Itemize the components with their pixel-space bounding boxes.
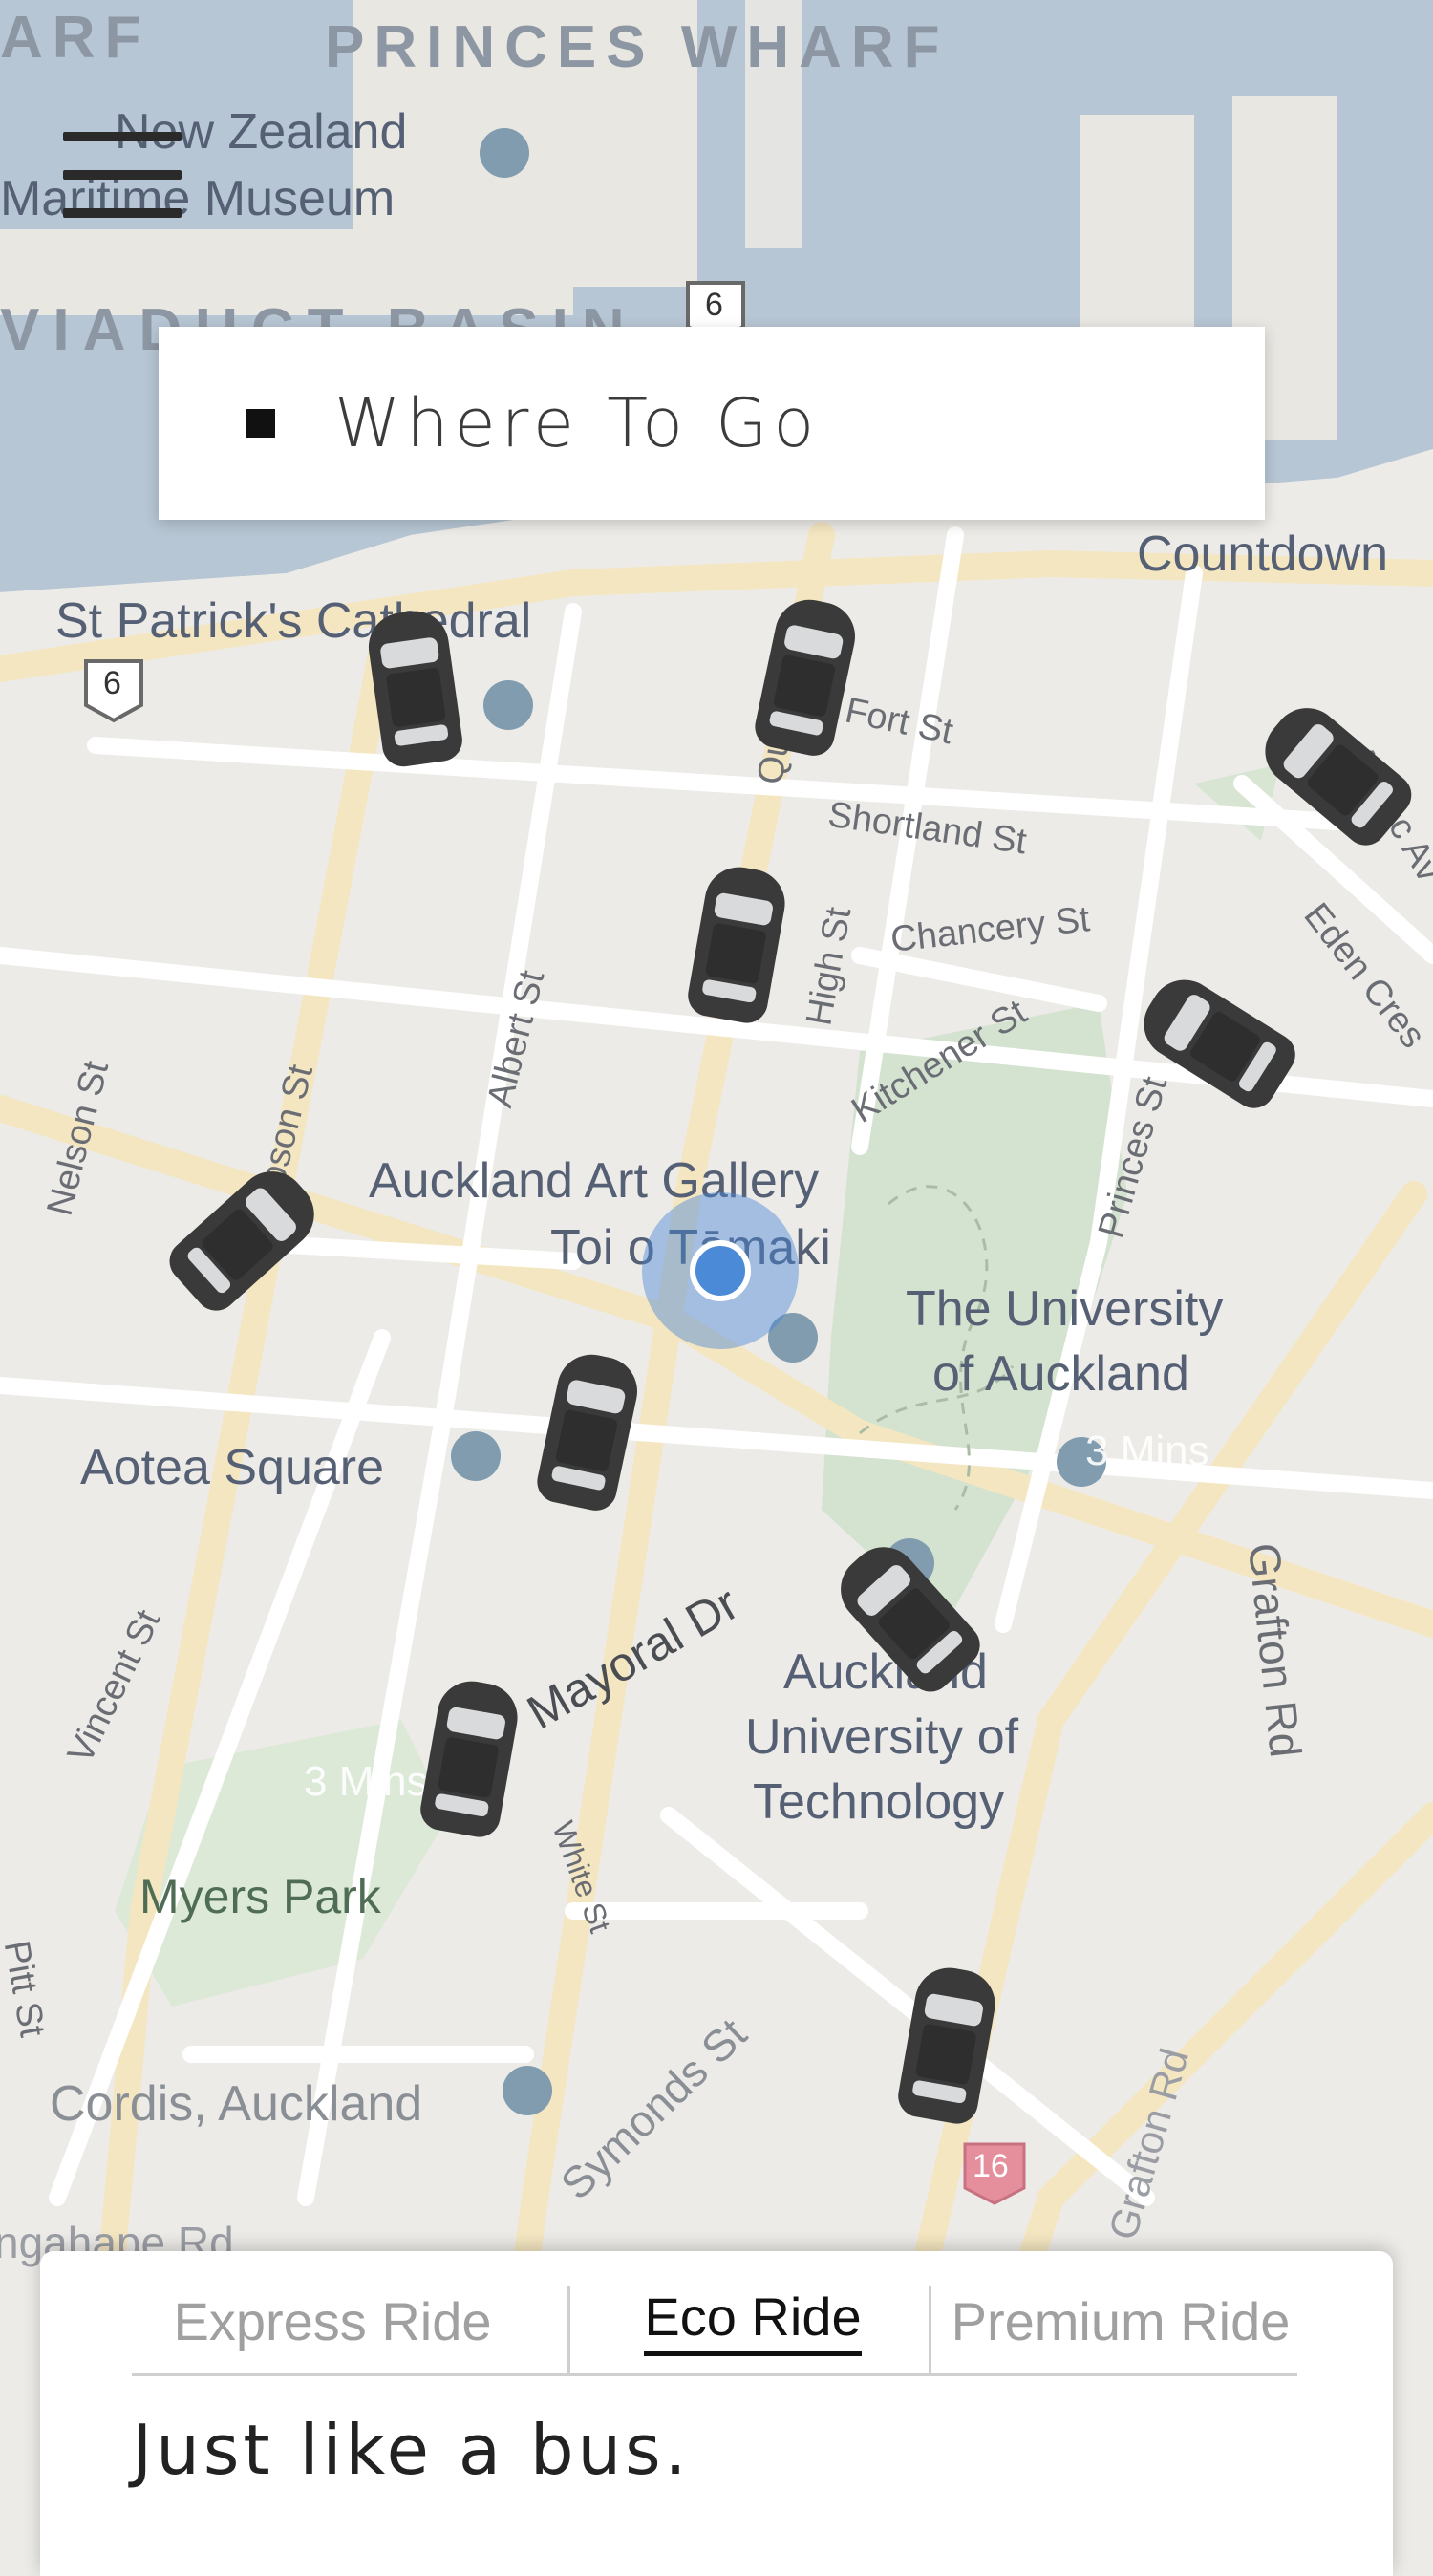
poi-aut-line2: University of bbox=[745, 1709, 1019, 1765]
eta-label-left: 3 Mins bbox=[304, 1758, 428, 1805]
destination-search-input[interactable]: Where To Go bbox=[334, 384, 820, 462]
eta-label-right: 3 Mins bbox=[1085, 1428, 1209, 1474]
poi-aut-line3: Technology bbox=[753, 1774, 1005, 1830]
poi-myers-park: Myers Park bbox=[139, 1870, 381, 1923]
poi-university-line2: of Auckland bbox=[932, 1346, 1189, 1402]
tab-express-ride-label: Express Ride bbox=[173, 2290, 492, 2351]
route-shield-6-left: 6 bbox=[103, 665, 121, 701]
route-shield-16: 16 bbox=[973, 2148, 1009, 2184]
tab-premium-ride[interactable]: Premium Ride bbox=[944, 2268, 1297, 2373]
route-shield-6-top: 6 bbox=[705, 287, 723, 323]
poi-st-patricks-cathedral: St Patrick's Cathedral bbox=[55, 593, 532, 649]
tab-eco-ride[interactable]: Eco Ride bbox=[581, 2268, 925, 2373]
destination-search-box[interactable]: Where To Go bbox=[159, 327, 1265, 520]
map-label-princes-wharf: PRINCES WHARF bbox=[325, 14, 950, 80]
poi-countdown: Countdown bbox=[1137, 526, 1389, 582]
user-location-icon[interactable] bbox=[690, 1240, 751, 1301]
poi-aotea-square: Aotea Square bbox=[80, 1440, 385, 1495]
tab-divider bbox=[929, 2286, 931, 2373]
tab-premium-ride-label: Premium Ride bbox=[951, 2290, 1291, 2351]
map-label-arf: ARF bbox=[0, 5, 151, 71]
poi-maritime-museum-line2: Maritime Museum bbox=[0, 171, 396, 226]
ride-options-panel: Express Ride Eco Ride Premium Ride Just … bbox=[40, 2251, 1393, 2576]
hamburger-menu-icon[interactable] bbox=[63, 132, 182, 220]
square-icon bbox=[246, 409, 275, 438]
tab-eco-ride-label: Eco Ride bbox=[644, 2286, 862, 2356]
tab-express-ride[interactable]: Express Ride bbox=[132, 2268, 533, 2373]
tab-divider bbox=[567, 2286, 570, 2373]
poi-university-line1: The University bbox=[906, 1281, 1224, 1337]
ride-type-tabs: Express Ride Eco Ride Premium Ride bbox=[132, 2268, 1297, 2376]
poi-cordis-auckland: Cordis, Auckland bbox=[50, 2076, 423, 2132]
ride-description: Just like a bus. bbox=[132, 2410, 691, 2490]
